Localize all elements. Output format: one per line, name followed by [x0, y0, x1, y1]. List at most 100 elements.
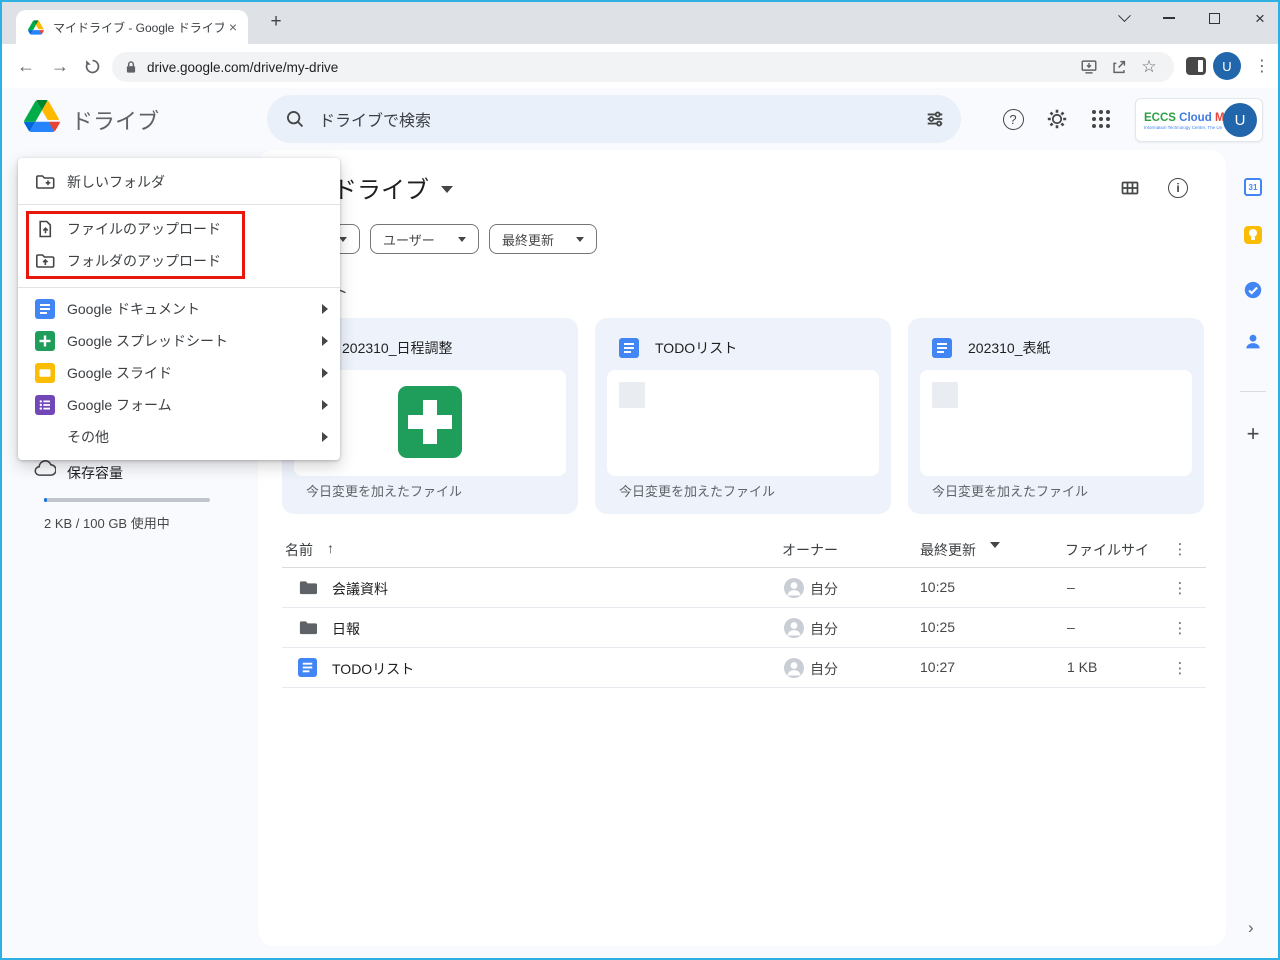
settings-gear-icon[interactable] [1044, 106, 1070, 132]
calendar-icon[interactable]: 31 [1244, 178, 1262, 196]
file-name: 会議資料 [332, 581, 388, 597]
url-bar[interactable]: drive.google.com/drive/my-drive ☆ [112, 52, 1174, 82]
menu-item-google-sheets[interactable]: Google スプレッドシート [18, 325, 340, 357]
back-button[interactable]: ← [10, 44, 42, 88]
share-icon[interactable] [1104, 58, 1134, 76]
chevron-down-icon [576, 236, 584, 242]
table-row[interactable]: TODOリスト 自分 10:27 1 KB ⋮ [282, 648, 1206, 688]
owner-avatar [784, 658, 804, 681]
search-options-icon[interactable] [925, 109, 945, 129]
new-folder-icon [35, 172, 55, 192]
account-logo: ECCS Cloud Mail Information Technology C… [1144, 112, 1237, 131]
drive-logo[interactable] [24, 100, 60, 137]
install-icon[interactable] [1074, 58, 1104, 76]
tab-search-icon[interactable] [1107, 2, 1141, 34]
row-more-icon[interactable]: ⋮ [1172, 579, 1188, 597]
sheets-thumbnail [398, 386, 462, 458]
row-more-icon[interactable]: ⋮ [1172, 619, 1188, 637]
docs-icon [619, 338, 639, 358]
file-modified: 10:25 [920, 619, 956, 635]
docs-icon [298, 658, 317, 680]
account-badge[interactable]: ECCS Cloud Mail Information Technology C… [1135, 98, 1263, 142]
menu-item-folder-upload[interactable]: フォルダのアップロード [18, 245, 340, 277]
doc-thumbnail [619, 382, 645, 408]
file-size: 1 KB [1067, 659, 1098, 675]
docs-icon [35, 299, 55, 319]
sort-ascending-icon[interactable]: ↑ [327, 540, 334, 556]
menu-item-new-folder[interactable]: 新しいフォルダ [18, 164, 340, 200]
keep-icon[interactable] [1244, 226, 1262, 244]
tab-close-icon[interactable]: × [224, 19, 242, 35]
tab-bar: マイドライブ - Google ドライブ × + × [2, 2, 1278, 44]
new-tab-button[interactable]: + [263, 9, 289, 35]
file-name: TODOリスト [332, 661, 415, 677]
account-logo-subtext: Information Technology Center, The Unive… [1144, 126, 1222, 131]
minimize-button[interactable] [1152, 2, 1186, 34]
apps-grid-icon[interactable] [1088, 106, 1114, 132]
menu-divider [18, 204, 340, 205]
header-more-icon[interactable]: ⋮ [1172, 540, 1188, 558]
row-more-icon[interactable]: ⋮ [1172, 659, 1188, 677]
maximize-button[interactable] [1197, 2, 1231, 34]
owner-avatar [784, 618, 804, 641]
browser-profile-avatar[interactable]: U [1213, 52, 1241, 80]
browser-tab[interactable]: マイドライブ - Google ドライブ × [16, 10, 248, 44]
suggested-card[interactable]: 202310_表紙 今日変更を加えたファイル [908, 318, 1204, 514]
search-bar[interactable]: ドライブで検索 [267, 95, 961, 143]
submenu-arrow-icon [322, 336, 328, 346]
table-header-owner: オーナー [782, 542, 838, 558]
info-icon[interactable]: i [1166, 176, 1190, 200]
menu-item-google-forms[interactable]: Google フォーム [18, 389, 340, 421]
folder-icon [298, 618, 317, 640]
chevron-down-icon [458, 236, 466, 242]
file-owner: 自分 [810, 581, 838, 597]
side-panel-icon[interactable] [1186, 57, 1206, 75]
sheets-icon [35, 331, 55, 351]
forward-button[interactable]: → [44, 44, 76, 88]
close-button[interactable]: × [1243, 2, 1277, 34]
table-header-name[interactable]: 名前 [285, 540, 313, 560]
account-avatar[interactable]: U [1223, 103, 1257, 137]
hide-panel-chevron-icon[interactable]: › [1248, 918, 1254, 938]
new-dropdown-menu: 新しいフォルダ ファイルのアップロード フォルダのアップロード Google ド… [18, 158, 340, 460]
browser-menu-icon[interactable]: ⋮ [1246, 44, 1278, 88]
table-row[interactable]: 会議資料 自分 10:25 – ⋮ [282, 568, 1206, 608]
app-name: ドライブ [71, 109, 160, 134]
reload-button[interactable] [76, 44, 108, 88]
card-footer: 今日変更を加えたファイル [932, 484, 1089, 499]
grid-view-icon[interactable] [1118, 176, 1142, 200]
bookmark-star-icon[interactable]: ☆ [1134, 57, 1164, 77]
search-placeholder: ドライブで検索 [319, 113, 432, 130]
tab-title: マイドライブ - Google ドライブ [53, 20, 224, 35]
storage-progress-bar [44, 498, 210, 502]
lock-icon [125, 60, 137, 74]
suggested-card[interactable]: TODOリスト 今日変更を加えたファイル [595, 318, 891, 514]
table-row[interactable]: 日報 自分 10:25 – ⋮ [282, 608, 1206, 648]
contacts-icon[interactable] [1244, 332, 1262, 350]
menu-item-file-upload[interactable]: ファイルのアップロード [18, 213, 340, 245]
file-size: – [1067, 579, 1075, 595]
submenu-arrow-icon [322, 432, 328, 442]
owner-avatar [784, 578, 804, 601]
table-header-size: ファイルサイ [1065, 542, 1149, 558]
tasks-icon[interactable] [1244, 281, 1262, 299]
drive-favicon [28, 19, 44, 35]
help-icon[interactable]: ? [1000, 106, 1026, 132]
slides-icon [35, 363, 55, 383]
table-header: 名前 ↑ オーナー 最終更新 ファイルサイ ⋮ [282, 532, 1206, 568]
menu-item-more[interactable]: その他 [18, 421, 340, 453]
sidebar-item-storage[interactable]: 保存容量 [67, 463, 123, 483]
search-icon[interactable] [285, 109, 305, 129]
filter-chip-user[interactable]: ユーザー [370, 224, 479, 254]
card-preview [607, 370, 879, 476]
get-addons-icon[interactable]: + [1241, 421, 1265, 446]
file-owner: 自分 [810, 661, 838, 677]
url-text: drive.google.com/drive/my-drive [147, 59, 339, 75]
card-title: 202310_表紙 [968, 340, 1051, 356]
menu-item-google-slides[interactable]: Google スライド [18, 357, 340, 389]
filter-chip-modified[interactable]: 最終更新 [489, 224, 597, 254]
file-upload-icon [35, 219, 55, 239]
table-header-modified[interactable]: 最終更新 [920, 540, 976, 560]
menu-item-google-docs[interactable]: Google ドキュメント [18, 293, 340, 325]
submenu-arrow-icon [322, 304, 328, 314]
